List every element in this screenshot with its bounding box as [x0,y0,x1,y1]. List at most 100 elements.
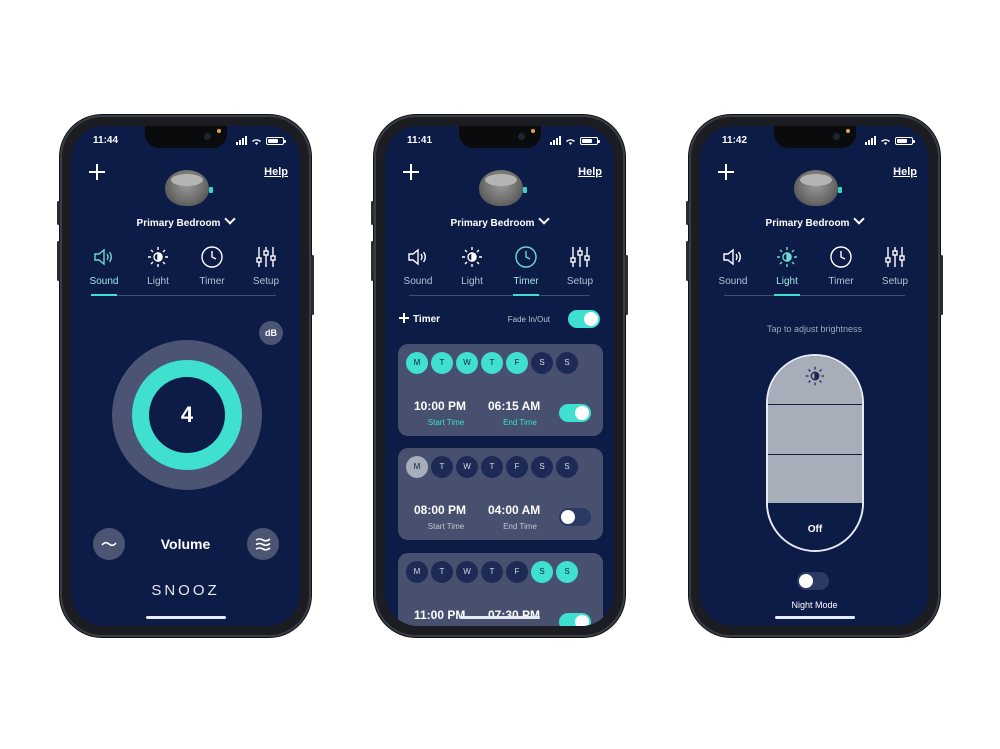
day-toggle[interactable]: S [531,352,553,374]
brightness-slider[interactable]: Off [766,354,864,552]
add-device-button[interactable] [718,164,734,180]
brightness-level-2[interactable] [768,405,862,454]
day-toggle[interactable]: W [456,561,478,583]
end-time[interactable]: 04:00 AM [488,503,540,517]
signal-icon [550,136,561,145]
day-toggle[interactable]: W [456,352,478,374]
wave-high-icon [255,538,271,551]
sliders-icon [885,247,905,267]
end-time-label: End Time [503,522,537,531]
end-time[interactable]: 07:30 PM [488,608,540,622]
night-mode-toggle[interactable] [797,572,829,590]
volume-value: 4 [149,377,225,453]
day-toggle[interactable]: M [406,456,428,478]
tab-timer[interactable]: Timer [814,244,868,287]
tab-setup[interactable]: Setup [239,244,293,287]
volume-dial[interactable]: 4 [112,340,262,490]
device-image [794,170,842,206]
volume-up-button[interactable] [247,528,279,560]
sliders-icon [256,247,276,267]
add-timer-button[interactable]: Timer [399,312,440,325]
plus-icon [399,313,409,323]
day-toggle[interactable]: T [431,561,453,583]
day-toggle[interactable]: W [456,456,478,478]
home-indicator[interactable] [775,616,855,619]
help-link[interactable]: Help [893,166,917,178]
sliders-icon [570,247,590,267]
start-time[interactable]: 11:00 PM [414,608,465,622]
tab-bar: Sound Light Timer Setup [700,244,929,296]
start-time-label: Start Time [427,418,465,427]
start-time[interactable]: 08:00 PM [414,503,466,517]
day-toggle[interactable]: F [506,561,528,583]
add-device-button[interactable] [89,164,105,180]
room-selector[interactable]: Primary Bedroom [700,213,929,229]
clock-icon [515,246,537,268]
day-picker: M T W T F S S [406,456,578,478]
room-selector[interactable]: Primary Bedroom [71,213,300,229]
add-device-button[interactable] [403,164,419,180]
speaker-icon [408,248,426,266]
tab-bar: Sound Light Timer Setup [71,244,300,296]
day-toggle[interactable]: T [431,456,453,478]
screen: 11:42 Help Primary Bedroom Sound Light T… [700,126,929,626]
db-button[interactable]: dB [259,321,283,345]
help-link[interactable]: Help [264,166,288,178]
tab-sound[interactable]: Sound [391,244,445,287]
end-time-label: End Time [503,418,537,427]
schedule-toggle[interactable] [559,508,591,526]
day-toggle[interactable]: F [506,352,528,374]
tab-indicator [91,294,117,296]
schedule-toggle[interactable] [559,613,591,626]
signal-icon [865,136,876,145]
home-indicator[interactable] [146,616,226,619]
tab-light[interactable]: Light [131,244,185,287]
schedule-card[interactable]: M T W T F S S 10:00 PM 06:15 AM Start Ti… [398,344,603,436]
day-toggle[interactable]: S [556,352,578,374]
brightness-level-1[interactable] [768,455,862,503]
chevron-down-icon [538,213,551,225]
phone-light: 11:42 Help Primary Bedroom Sound Light T… [686,115,943,637]
tab-light[interactable]: Light [445,244,499,287]
night-mode-label: Night Mode [791,600,838,610]
schedule-card[interactable]: M T W T F S S 08:00 PM 04:00 AM Start Ti… [398,448,603,540]
brightness-icon [462,247,482,267]
tab-setup[interactable]: Setup [868,244,922,287]
tab-sound[interactable]: Sound [77,244,131,287]
signal-icon [236,136,247,145]
day-toggle[interactable]: T [481,456,503,478]
wifi-icon [566,138,575,145]
end-time[interactable]: 06:15 AM [488,399,540,413]
day-toggle[interactable]: M [406,352,428,374]
help-link[interactable]: Help [578,166,602,178]
day-toggle[interactable]: T [481,561,503,583]
day-toggle[interactable]: F [506,456,528,478]
clock-icon [201,246,223,268]
tab-timer[interactable]: Timer [185,244,239,287]
day-picker: M T W T F S S [406,561,578,583]
day-toggle[interactable]: S [556,561,578,583]
fade-toggle[interactable] [568,310,600,328]
day-toggle[interactable]: T [481,352,503,374]
day-toggle[interactable]: M [406,561,428,583]
home-indicator[interactable] [460,616,540,619]
start-time[interactable]: 10:00 PM [414,399,466,413]
day-toggle[interactable]: T [431,352,453,374]
tab-setup[interactable]: Setup [553,244,607,287]
day-toggle[interactable]: S [556,456,578,478]
screen: 11:44 Help Primary Bedroom Sound Light T… [71,126,300,626]
schedule-toggle[interactable] [559,404,591,422]
day-toggle[interactable]: S [531,561,553,583]
day-toggle[interactable]: S [531,456,553,478]
status-time: 11:44 [93,135,119,146]
tab-timer[interactable]: Timer [499,244,553,287]
off-label: Off [807,524,823,535]
phone-timer: 11:41 Help Primary Bedroom Sound Light T… [371,115,628,637]
brightness-icon [805,366,825,386]
battery-icon [580,136,600,145]
room-selector[interactable]: Primary Bedroom [385,213,614,229]
tab-sound[interactable]: Sound [706,244,760,287]
brightness-hint: Tap to adjust brightness [766,324,863,334]
screen: 11:41 Help Primary Bedroom Sound Light T… [385,126,614,626]
tab-light[interactable]: Light [760,244,814,287]
